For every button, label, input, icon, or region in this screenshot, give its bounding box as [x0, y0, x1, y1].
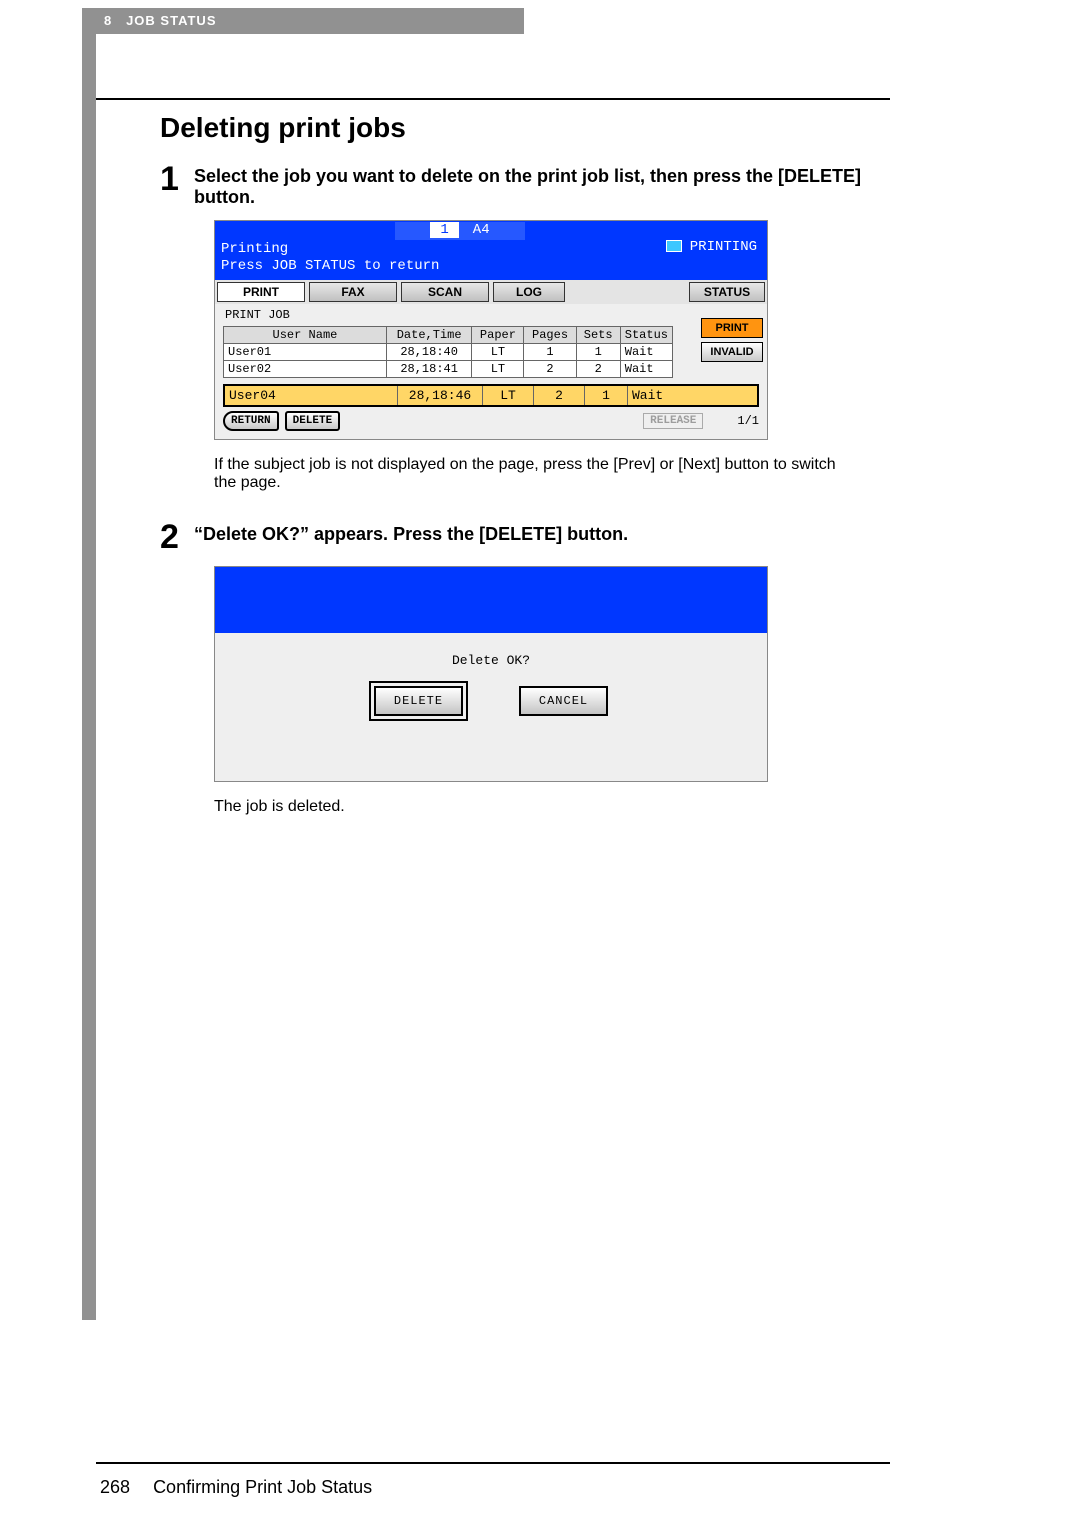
section-title: Deleting print jobs [160, 112, 900, 144]
divider-bottom [96, 1462, 890, 1464]
col-pages: Pages [524, 326, 576, 343]
step-2-text: “Delete OK?” appears. Press the [DELETE]… [194, 520, 628, 554]
page-header: 8 JOB STATUS [82, 8, 524, 34]
return-button[interactable]: RETURN [223, 411, 279, 431]
screenshot-confirm-dialog: Delete OK? DELETE CANCEL [214, 566, 768, 782]
pager-text: 1/1 [737, 414, 759, 428]
col-sets: Sets [576, 326, 620, 343]
tab-row: PRINT FAX SCAN LOG STATUS [215, 280, 767, 304]
table-header-row: User Name Date,Time Paper Pages Sets Sta… [224, 326, 673, 343]
col-status: Status [620, 326, 672, 343]
caption-1: If the subject job is not displayed on t… [214, 456, 854, 492]
chapter-title: JOB STATUS [126, 13, 216, 28]
tab-status[interactable]: STATUS [689, 282, 765, 302]
chapter-number: 8 [104, 13, 112, 28]
step-2-number: 2 [160, 520, 194, 554]
tab-scan[interactable]: SCAN [401, 282, 489, 302]
col-user: User Name [224, 326, 387, 343]
paper-size: A4 [473, 222, 490, 238]
job-table: User Name Date,Time Paper Pages Sets Sta… [223, 326, 673, 378]
release-button[interactable]: RELEASE [643, 413, 703, 429]
tab-log[interactable]: LOG [493, 282, 565, 302]
step-1-number: 1 [160, 162, 194, 208]
selected-job-row[interactable]: User04 28,18:46 LT 2 1 Wait [223, 384, 759, 407]
page-footer: 268 Confirming Print Job Status [100, 1477, 372, 1498]
dialog-prompt: Delete OK? [215, 653, 767, 668]
side-stripe [82, 34, 96, 1320]
table-row[interactable]: User01 28,18:40 LT 1 1 Wait [224, 343, 673, 360]
dialog-header [215, 567, 767, 633]
tab-print[interactable]: PRINT [217, 282, 305, 302]
paper-indicator: 1 A4 [395, 222, 525, 240]
tab-fax[interactable]: FAX [309, 282, 397, 302]
step-2: 2 “Delete OK?” appears. Press the [DELET… [160, 520, 900, 554]
list-label: PRINT JOB [215, 306, 767, 326]
step-1-text: Select the job you want to delete on the… [194, 162, 900, 208]
status-right: PRINTING [666, 239, 757, 257]
screenshot-job-list: 1A4 Printing Press JOB STATUS to return … [214, 220, 768, 440]
caption-2: The job is deleted. [214, 798, 854, 816]
dialog-cancel-button[interactable]: CANCEL [519, 686, 608, 716]
step-1: 1 Select the job you want to delete on t… [160, 162, 900, 208]
side-print-button[interactable]: PRINT [701, 318, 763, 338]
col-paper: Paper [472, 326, 524, 343]
footer-title: Confirming Print Job Status [153, 1477, 372, 1497]
delete-button[interactable]: DELETE [285, 411, 341, 431]
dialog-delete-button[interactable]: DELETE [374, 686, 463, 716]
screen-footer: RETURN DELETE RELEASE 1/1 [223, 411, 759, 431]
status-bar: 1A4 Printing Press JOB STATUS to return … [215, 221, 767, 280]
tray-number: 1 [430, 222, 458, 238]
hint-text: Press JOB STATUS to return [221, 258, 761, 276]
page-number: 268 [100, 1477, 130, 1497]
table-row[interactable]: User02 28,18:41 LT 2 2 Wait [224, 360, 673, 377]
side-buttons: PRINT INVALID [701, 318, 763, 366]
side-invalid-button[interactable]: INVALID [701, 342, 763, 362]
printing-icon [666, 240, 682, 252]
col-datetime: Date,Time [386, 326, 472, 343]
divider-top [96, 98, 890, 100]
